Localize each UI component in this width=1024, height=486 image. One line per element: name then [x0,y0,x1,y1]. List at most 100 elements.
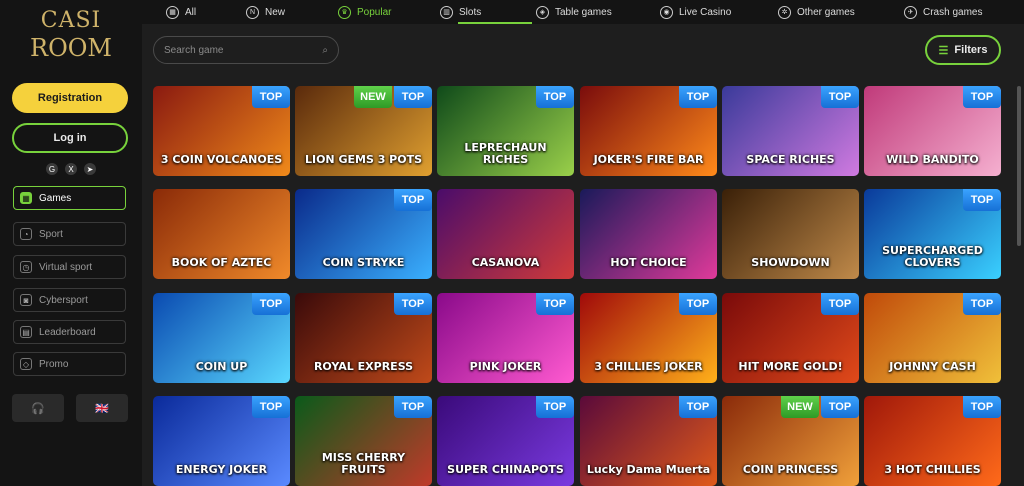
language-button[interactable]: 🇬🇧 [76,394,128,422]
tab-popular[interactable]: ♛ Popular [338,0,391,24]
google-icon[interactable]: G [46,163,58,175]
game-card[interactable]: BOOK OF AZTEC [153,189,290,279]
casiroom-logo[interactable]: CASI ROOM [22,8,120,68]
game-card[interactable]: SPACE RICHES TOP [722,86,859,176]
top-badge: TOP [536,396,574,418]
game-card[interactable]: 3 HOT CHILLIES TOP [864,396,1001,486]
game-title: ROYAL EXPRESS [313,360,414,373]
sidebar-item-virtual-sport[interactable]: ◷ Virtual sport [13,255,126,279]
top-badge: TOP [252,86,290,108]
login-button[interactable]: Log in [12,123,128,153]
popular-icon: ♛ [338,5,351,19]
game-card[interactable]: SHOWDOWN [722,189,859,279]
top-badge: TOP [821,396,859,418]
game-title: 3 CHILLIES JOKER [594,360,703,373]
tab-label: New [265,6,286,18]
game-card[interactable]: WILD BANDITO TOP [864,86,1001,176]
game-card[interactable]: CASANOVA [437,189,574,279]
game-card[interactable]: ROYAL EXPRESS TOP [295,293,432,383]
top-badge: TOP [394,189,432,211]
registration-button[interactable]: Registration [12,83,128,113]
promo-icon: ◇ [20,358,32,370]
top-badge: TOP [679,396,717,418]
game-title: HIT MORE GOLD! [738,360,843,373]
game-card[interactable]: SUPERCHARGED CLOVERS TOP [864,189,1001,279]
sidebar-item-sport[interactable]: ◔ Sport [13,222,126,246]
search-box[interactable]: ⌕ [153,36,339,64]
filters-button[interactable]: ☰ Filters [925,35,1001,65]
sidebar-item-games[interactable]: ▦ Games [13,186,126,210]
game-title: COIN PRINCESS [742,463,839,476]
crash-games-icon: ✈ [904,5,917,19]
game-title: WILD BANDITO [886,153,979,166]
sidebar-item-promo[interactable]: ◇ Promo [13,352,126,376]
new-icon: N [246,5,259,19]
tab-slots[interactable]: ▥ Slots [440,0,481,24]
tab-label: Crash games [923,6,983,18]
sliders-icon: ☰ [938,44,949,57]
game-title: JOHNNY CASH [889,360,976,373]
game-title: SUPER CHINAPOTS [447,463,564,476]
sport-icon: ◔ [20,228,32,240]
game-title: 3 HOT CHILLIES [884,463,981,476]
game-card[interactable]: ENERGY JOKER TOP [153,396,290,486]
game-title: LION GEMS 3 POTS [304,153,423,166]
game-title: JOKER'S FIRE BAR [593,153,704,166]
game-card[interactable]: JOKER'S FIRE BAR TOP [580,86,717,176]
game-title: SUPERCHARGED CLOVERS [882,244,983,269]
game-card[interactable]: COIN UP TOP [153,293,290,383]
game-title: COIN UP [195,360,248,373]
top-badge: TOP [394,293,432,315]
tab-new[interactable]: N New [246,0,285,24]
top-badge: TOP [963,86,1001,108]
uk-flag-icon: 🇬🇧 [95,402,109,415]
sidebar: CASI ROOM Registration Log in G X ➤ ▦ Games… [0,0,142,486]
top-badge: TOP [821,86,859,108]
x-icon[interactable]: X [65,163,77,175]
game-card[interactable]: JOHNNY CASH TOP [864,293,1001,383]
other-games-icon: ✲ [778,5,791,19]
game-card[interactable]: HIT MORE GOLD! TOP [722,293,859,383]
sidebar-item-label: Leaderboard [39,326,96,338]
game-card[interactable]: LION GEMS 3 POTS NEW TOP [295,86,432,176]
game-card[interactable]: MISS CHERRY FRUITS TOP [295,396,432,486]
game-title: HOT CHOICE [610,256,687,269]
search-input[interactable] [164,44,323,56]
game-card[interactable]: PINK JOKER TOP [437,293,574,383]
filters-label: Filters [954,44,988,56]
game-card[interactable]: Lucky Dama Muerta TOP [580,396,717,486]
game-card[interactable]: HOT CHOICE [580,189,717,279]
top-badge: TOP [252,293,290,315]
headphones-icon: 🎧 [31,402,45,415]
game-card[interactable]: 3 COIN VOLCANOES TOP [153,86,290,176]
tab-all[interactable]: ▦ All [166,0,196,24]
top-badge: TOP [963,293,1001,315]
sidebar-item-label: Cybersport [39,294,88,306]
top-badge: TOP [252,396,290,418]
tab-table-games[interactable]: ◈ Table games [536,0,612,24]
game-card[interactable]: COIN STRYKE TOP [295,189,432,279]
sidebar-item-cybersport[interactable]: ◙ Cybersport [13,288,126,312]
game-title: SPACE RICHES [746,153,835,166]
tab-other-games[interactable]: ✲ Other games [778,0,855,24]
scrollbar[interactable] [1017,86,1021,246]
sidebar-item-leaderboard[interactable]: ▤ Leaderboard [13,320,126,344]
game-card[interactable]: LEPRECHAUN RICHES TOP [437,86,574,176]
tab-crash-games[interactable]: ✈ Crash games [904,0,982,24]
table-games-icon: ◈ [536,5,549,19]
top-badge: TOP [679,86,717,108]
tab-live-casino[interactable]: ◉ Live Casino [660,0,731,24]
game-card[interactable]: 3 CHILLIES JOKER TOP [580,293,717,383]
telegram-icon[interactable]: ➤ [84,163,96,175]
virtual-sport-icon: ◷ [20,261,32,273]
category-tabs: ▦ All N New ♛ Popular ▥ Slots ◈ Table games ◉ Live … [142,0,1024,24]
leaderboard-icon: ▤ [20,326,32,338]
top-badge: TOP [394,396,432,418]
search-icon[interactable]: ⌕ [322,45,328,56]
support-button[interactable]: 🎧 [12,394,64,422]
tab-label: Table games [555,6,612,18]
top-badge: TOP [821,293,859,315]
game-card[interactable]: SUPER CHINAPOTS TOP [437,396,574,486]
game-card[interactable]: COIN PRINCESS NEW TOP [722,396,859,486]
game-title: CASANOVA [471,256,540,269]
